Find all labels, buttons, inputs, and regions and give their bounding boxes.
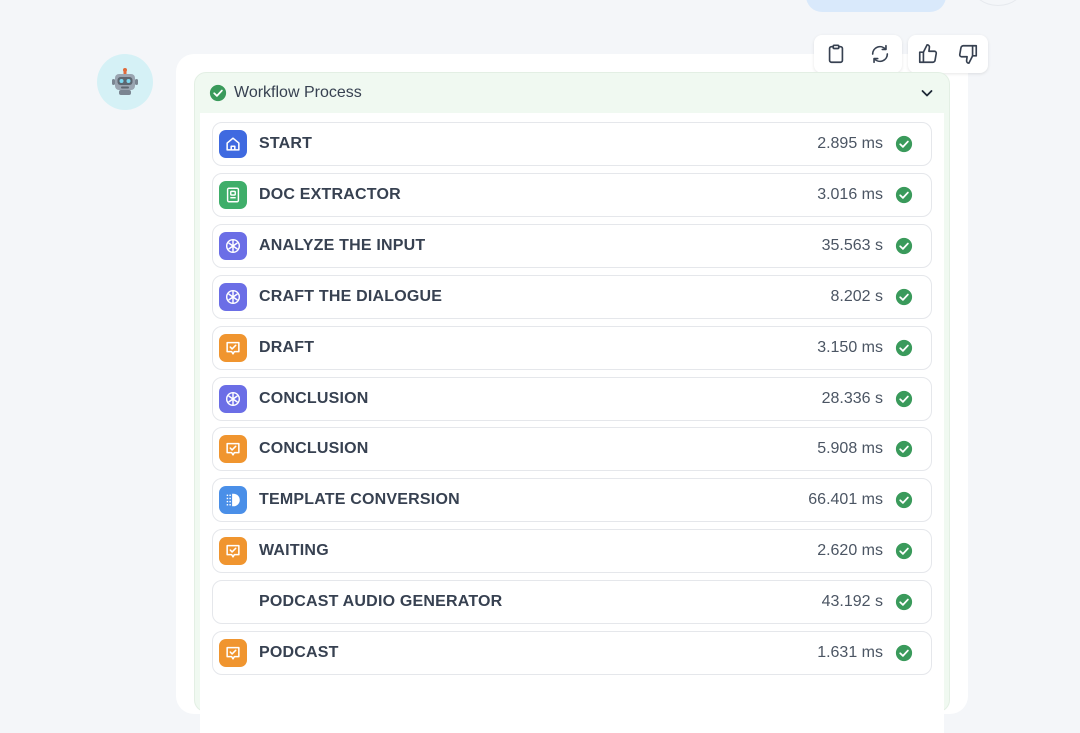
workflow-title: Workflow Process xyxy=(234,84,362,101)
node-duration: 28.336 s xyxy=(821,389,883,407)
previous-message-bubble xyxy=(806,0,946,12)
like-button[interactable] xyxy=(910,35,946,73)
copy-button[interactable] xyxy=(816,35,856,73)
message-actions-right xyxy=(908,35,988,73)
home-icon xyxy=(219,130,247,158)
success-check-icon xyxy=(895,593,913,611)
llm-icon xyxy=(219,384,247,413)
chevron-down-icon[interactable] xyxy=(919,85,935,101)
node-name: DOC EXTRACTOR xyxy=(259,185,401,203)
workflow-panel: Workflow Process START 2.895 ms DOC EXTRAC… xyxy=(194,72,950,733)
workflow-node[interactable]: PODCAST 1.631 ms xyxy=(212,631,932,675)
answer-icon xyxy=(219,435,247,464)
node-name: PODCAST xyxy=(259,644,339,661)
success-check-icon xyxy=(895,390,913,408)
node-duration: 3.150 ms xyxy=(817,338,883,356)
workflow-node[interactable]: DOC EXTRACTOR 3.016 ms xyxy=(212,172,932,217)
thumbs-down-icon xyxy=(958,44,978,64)
workflow-node[interactable]: TEMPLATE CONVERSION 66.401 ms xyxy=(212,478,932,523)
user-avatar xyxy=(972,0,1024,6)
node-duration: 3.016 ms xyxy=(817,185,883,203)
node-duration: 2.620 ms xyxy=(817,542,883,560)
workflow-node[interactable]: CONCLUSION 28.336 s xyxy=(212,376,932,421)
success-check-icon xyxy=(895,237,913,255)
node-name: DRAFT xyxy=(259,338,315,356)
node-duration: 43.192 s xyxy=(821,593,883,611)
success-check-icon xyxy=(895,186,913,204)
node-duration: 8.202 s xyxy=(830,287,883,305)
node-name: CONCLUSION xyxy=(259,389,369,407)
node-name: CONCLUSION xyxy=(259,440,369,458)
llm-icon xyxy=(219,282,247,311)
node-duration: 1.631 ms xyxy=(817,644,883,661)
success-check-icon xyxy=(895,491,913,509)
success-check-icon xyxy=(895,440,913,458)
node-duration: 35.563 s xyxy=(821,236,883,254)
answer-icon xyxy=(219,537,247,566)
success-check-icon xyxy=(895,644,913,662)
thumbs-up-icon xyxy=(918,44,938,64)
workflow-node[interactable]: ANALYZE THE INPUT 35.563 s xyxy=(212,223,932,268)
workflow-node[interactable]: CRAFT THE DIALOGUE 8.202 s xyxy=(212,274,932,319)
workflow-header[interactable]: Workflow Process xyxy=(195,73,949,113)
assistant-avatar xyxy=(97,54,153,110)
llm-icon xyxy=(219,231,247,260)
refresh-icon xyxy=(871,44,889,64)
node-name: PODCAST AUDIO GENERATOR xyxy=(259,593,503,611)
success-check-icon xyxy=(895,542,913,560)
answer-icon xyxy=(219,639,247,667)
node-duration: 66.401 ms xyxy=(808,491,883,509)
workflow-node[interactable]: START 2.895 ms xyxy=(212,122,932,166)
node-duration: 5.908 ms xyxy=(817,440,883,458)
workflow-node[interactable]: CONCLUSION 5.908 ms xyxy=(212,427,932,472)
workflow-node-list: START 2.895 ms DOC EXTRACTOR 3.016 ms ANALYZ… xyxy=(200,113,944,733)
check-circle-icon xyxy=(209,84,227,102)
robot-icon xyxy=(112,68,138,95)
dislike-button[interactable] xyxy=(950,35,986,73)
regenerate-button[interactable] xyxy=(860,35,900,73)
template-icon xyxy=(219,486,247,515)
message-actions-left xyxy=(814,35,902,73)
clipboard-icon xyxy=(828,44,844,64)
success-check-icon xyxy=(895,339,913,357)
node-name: CRAFT THE DIALOGUE xyxy=(259,287,443,305)
answer-icon xyxy=(219,333,247,362)
node-duration: 2.895 ms xyxy=(817,135,883,152)
workflow-node[interactable]: DRAFT 3.150 ms xyxy=(212,325,932,370)
success-check-icon xyxy=(895,288,913,306)
node-name: TEMPLATE CONVERSION xyxy=(259,491,460,509)
node-name: ANALYZE THE INPUT xyxy=(259,236,426,254)
document-icon xyxy=(219,180,247,209)
workflow-node[interactable]: WAITING 2.620 ms xyxy=(212,529,932,574)
blank-icon xyxy=(219,588,247,617)
node-name: WAITING xyxy=(259,542,329,560)
success-check-icon xyxy=(895,135,913,153)
node-name: START xyxy=(259,135,313,152)
workflow-node[interactable]: PODCAST AUDIO GENERATOR 43.192 s xyxy=(212,580,932,625)
